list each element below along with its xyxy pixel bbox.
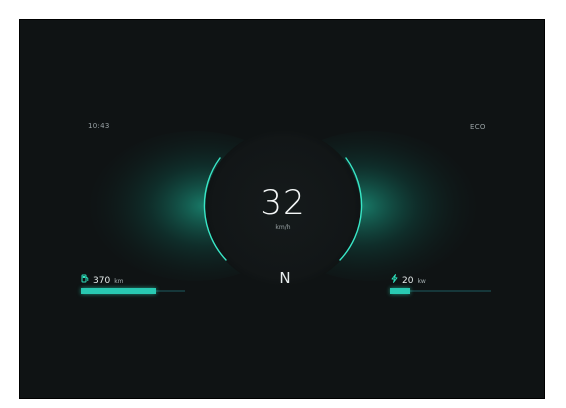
power-bar bbox=[390, 288, 491, 294]
drive-mode: ECO bbox=[470, 123, 486, 131]
range-bar-fill bbox=[81, 288, 156, 294]
fuel-pump-icon bbox=[81, 274, 89, 286]
center-dial bbox=[205, 130, 361, 286]
clock-time: 10:43 bbox=[88, 122, 110, 130]
gauge-glow-graphic bbox=[40, 130, 535, 286]
range-bar bbox=[81, 288, 185, 294]
range-value: 370 bbox=[93, 276, 111, 286]
power-bar-fill bbox=[390, 288, 411, 294]
range-unit: km bbox=[114, 278, 124, 285]
lightning-icon bbox=[391, 274, 398, 286]
power-value: 20 bbox=[402, 276, 414, 286]
range-readout: 370 km bbox=[81, 274, 124, 286]
dashboard-screen: 10:43 ECO 32 km/h N 370 km 20 kw bbox=[19, 19, 545, 399]
power-readout: 20 kw bbox=[391, 274, 426, 286]
power-unit: kw bbox=[417, 278, 426, 285]
